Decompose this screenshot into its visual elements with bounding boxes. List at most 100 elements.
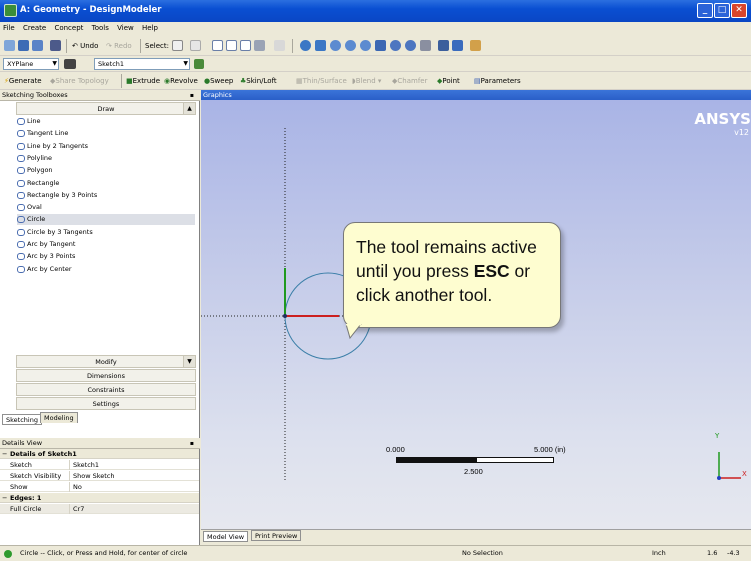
magnifier-window-icon[interactable]: [375, 40, 386, 51]
select-pointer-icon[interactable]: [172, 40, 183, 51]
menu-bar: File Create Concept Tools View Help: [0, 22, 751, 36]
select-faces-icon[interactable]: [240, 40, 251, 51]
scale-segment-black: [396, 457, 476, 463]
sketching-toolboxes-header: Sketching Toolboxes ▪: [0, 90, 200, 101]
tab-sketching[interactable]: Sketching: [2, 414, 42, 425]
screenshot-icon[interactable]: [50, 40, 61, 51]
save-icon[interactable]: [18, 40, 29, 51]
menu-concept[interactable]: Concept: [51, 22, 86, 34]
chamfer-button[interactable]: ◆Chamfer: [392, 74, 427, 88]
minimize-button[interactable]: _: [697, 3, 713, 18]
select-bodies-icon[interactable]: [254, 40, 265, 51]
expand-arrow-icon[interactable]: ▼: [183, 356, 195, 367]
close-button[interactable]: ✕: [731, 3, 747, 18]
export-icon[interactable]: [32, 40, 43, 51]
draw-tool-icon: [17, 191, 25, 199]
next-view-icon[interactable]: [405, 40, 416, 51]
draw-tool-oval[interactable]: Oval: [17, 202, 195, 213]
draw-section-header[interactable]: Draw ▲: [16, 102, 196, 115]
show-named-selection-icon[interactable]: [470, 40, 481, 51]
menu-create[interactable]: Create: [20, 22, 49, 34]
details-group-sketch[interactable]: − Details of Sketch1: [0, 449, 199, 459]
generate-button[interactable]: ⚡Generate: [4, 74, 42, 88]
draw-tool-icon: [17, 179, 25, 187]
tab-modeling[interactable]: Modeling: [40, 412, 78, 423]
draw-tool-icon: [17, 154, 25, 162]
collapse-arrow-icon[interactable]: ▲: [183, 103, 195, 114]
graphics-header: Graphics: [201, 90, 751, 100]
new-plane-icon[interactable]: [64, 59, 76, 69]
isometric-view-icon[interactable]: [420, 40, 431, 51]
point-button[interactable]: ◆Point: [437, 74, 460, 88]
previous-view-icon[interactable]: [390, 40, 401, 51]
new-sketch-icon[interactable]: [194, 59, 204, 69]
draw-tool-circle[interactable]: Circle: [17, 214, 195, 226]
look-at-icon[interactable]: [452, 40, 463, 51]
sketch-select[interactable]: Sketch1 ▼: [94, 58, 190, 70]
constraints-section-header[interactable]: Constraints: [16, 383, 196, 396]
sweep-button[interactable]: ●Sweep: [204, 74, 233, 88]
maximize-button[interactable]: □: [714, 3, 730, 18]
draw-tool-line[interactable]: Line: [17, 116, 195, 127]
revolve-button[interactable]: ◉Revolve: [164, 74, 198, 88]
draw-tool-circle-by-3-tangents[interactable]: Circle by 3 Tangents: [17, 227, 195, 238]
tab-print-preview[interactable]: Print Preview: [251, 530, 302, 541]
share-topology-button[interactable]: ◆Share Topology: [50, 74, 109, 88]
select-points-icon[interactable]: [212, 40, 223, 51]
main-toolbar: ↶ Undo ↷ Redo Select:: [0, 36, 751, 56]
draw-tool-polyline[interactable]: Polyline: [17, 153, 195, 164]
menu-file[interactable]: File: [0, 22, 18, 34]
draw-tool-arc-by-3-points[interactable]: Arc by 3 Points: [17, 251, 195, 262]
menu-help[interactable]: Help: [139, 22, 161, 34]
box-zoom-icon[interactable]: [345, 40, 356, 51]
draw-tool-tangent-line[interactable]: Tangent Line: [17, 128, 195, 139]
callout-pointer: [346, 324, 362, 340]
draw-tool-label: Polygon: [27, 166, 53, 175]
details-group-edges[interactable]: − Edges: 1: [0, 493, 199, 503]
callout-key: ESC: [473, 261, 510, 281]
coordinate-x: 1.6: [707, 549, 718, 557]
draw-tool-icon: [17, 118, 25, 125]
thin-surface-button[interactable]: ▦Thin/Surface: [296, 74, 347, 88]
tab-model-view[interactable]: Model View: [203, 531, 249, 542]
dimensions-section-header[interactable]: Dimensions: [16, 369, 196, 382]
parameters-button[interactable]: ▤Parameters: [474, 74, 521, 88]
pin-icon[interactable]: ▪: [190, 90, 194, 101]
detail-row-edge[interactable]: Full Circle Cr7: [0, 504, 199, 514]
draw-tool-label: Arc by Tangent: [27, 240, 76, 248]
window-title: A: Geometry - DesignModeler: [20, 5, 162, 15]
zoom-to-fit-icon[interactable]: [360, 40, 371, 51]
extrude-button[interactable]: ■Extrude: [126, 74, 160, 88]
rotate-icon[interactable]: [300, 40, 311, 51]
draw-tool-polygon[interactable]: Polygon: [17, 165, 195, 176]
draw-tool-label: Line: [27, 117, 41, 125]
pan-icon[interactable]: [315, 40, 326, 51]
graphics-viewport[interactable]: ANSYS v12 Y X The tool remains active un…: [201, 100, 751, 529]
draw-tool-icon: [17, 167, 25, 175]
redo-button[interactable]: ↷ Redo: [106, 39, 132, 53]
plane-select[interactable]: XYPlane ▼: [3, 58, 59, 70]
draw-tool-arc-by-center[interactable]: Arc by Center: [17, 264, 195, 275]
draw-tool-rectangle-by-3-points[interactable]: Rectangle by 3 Points: [17, 190, 195, 201]
title-bar: A: Geometry - DesignModeler _ □ ✕: [0, 0, 751, 22]
display-plane-icon[interactable]: [438, 40, 449, 51]
menu-tools[interactable]: Tools: [89, 22, 112, 34]
new-icon[interactable]: [4, 40, 15, 51]
select-edges-icon[interactable]: [226, 40, 237, 51]
plane-toolbar: XYPlane ▼ Sketch1 ▼: [0, 56, 751, 72]
settings-section-header[interactable]: Settings: [16, 397, 196, 410]
modify-section-header[interactable]: Modify ▼: [16, 355, 196, 368]
undo-button[interactable]: ↶ Undo: [72, 39, 98, 53]
draw-tool-arc-by-tangent[interactable]: Arc by Tangent: [17, 239, 195, 250]
blend-button[interactable]: ◗Blend ▾: [352, 74, 381, 88]
menu-view[interactable]: View: [114, 22, 137, 34]
pin-icon[interactable]: ▪: [190, 438, 194, 449]
units-status[interactable]: Inch: [652, 546, 666, 561]
draw-tool-rectangle[interactable]: Rectangle: [17, 178, 195, 189]
zoom-icon[interactable]: [330, 40, 341, 51]
draw-tool-line-by-2-tangents[interactable]: Line by 2 Tangents: [17, 141, 195, 152]
triad-origin: [717, 476, 721, 480]
skin-loft-button[interactable]: ♣Skin/Loft: [240, 74, 277, 88]
extend-select-icon[interactable]: [274, 40, 285, 51]
select-mode-icon[interactable]: [190, 40, 201, 51]
